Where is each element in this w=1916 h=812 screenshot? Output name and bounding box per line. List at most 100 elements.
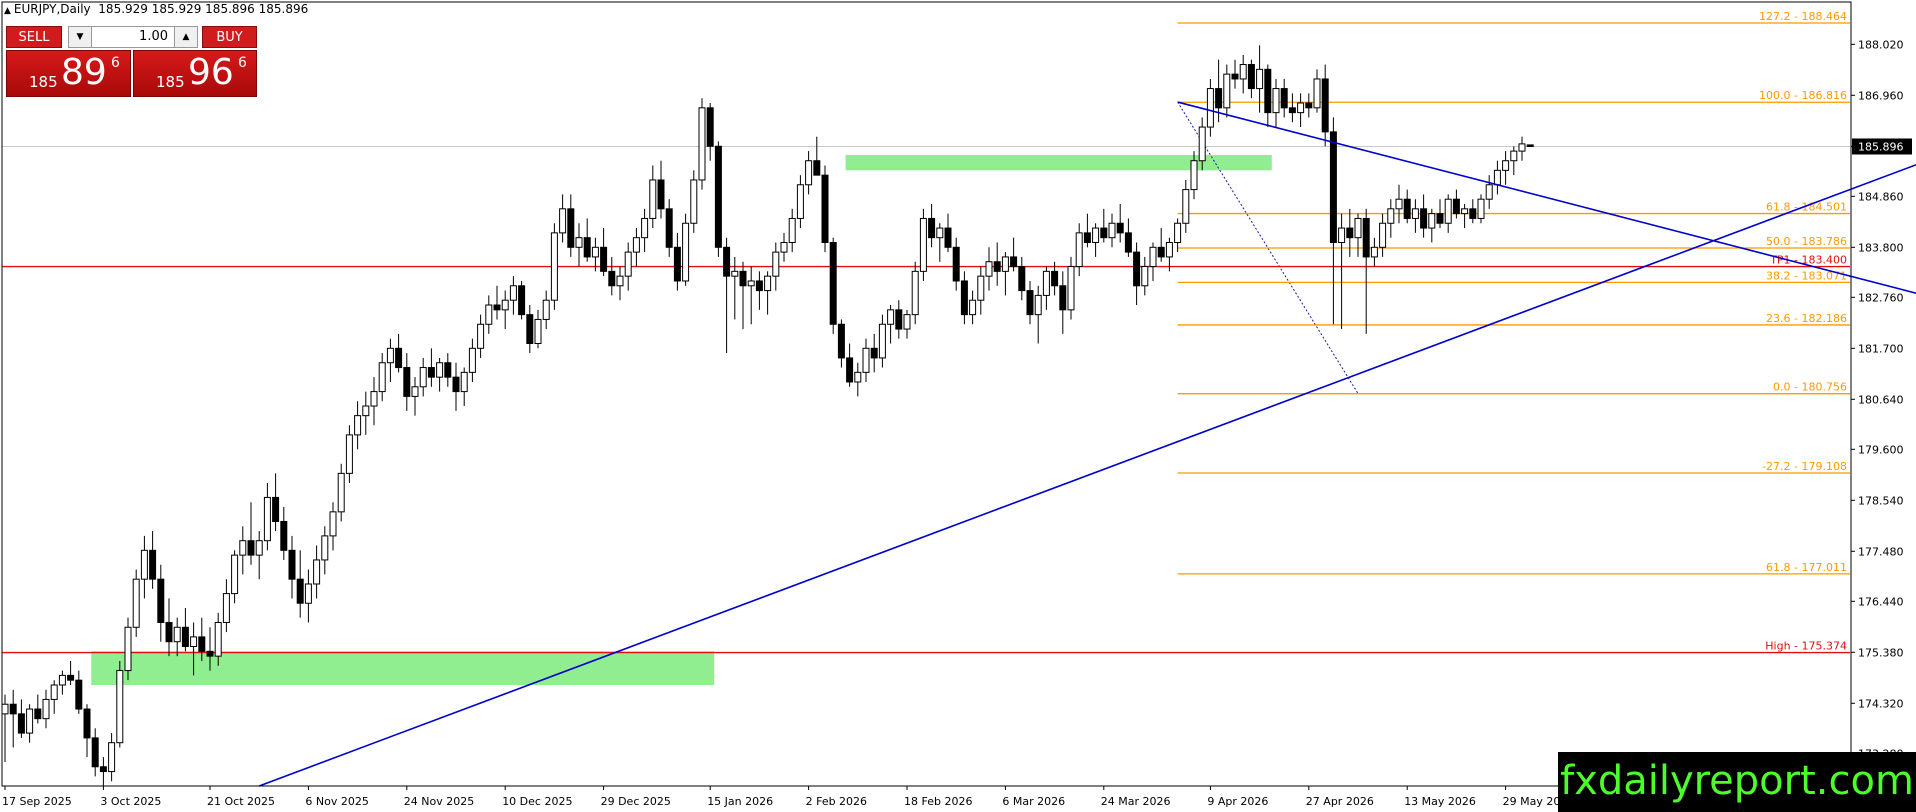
candle bbox=[1403, 189, 1411, 224]
candle-body bbox=[731, 270, 739, 277]
candle bbox=[1321, 64, 1329, 147]
candle bbox=[714, 141, 722, 257]
lot-increase-button[interactable]: ▲ bbox=[174, 26, 198, 48]
candle-body bbox=[444, 362, 452, 378]
candle bbox=[739, 261, 747, 330]
candle bbox=[813, 136, 821, 176]
candle bbox=[485, 295, 493, 334]
candle-body bbox=[1428, 213, 1436, 229]
candle-body bbox=[780, 241, 788, 253]
chart-area[interactable]: 127.2 - 188.464 100.0 - 186.816 61.8 - 184… bbox=[0, 0, 1916, 812]
candle-body bbox=[714, 145, 722, 248]
fib-level-label: -27.2 - 179.108 bbox=[1762, 460, 1847, 473]
candle-body bbox=[403, 367, 411, 397]
sell-price-button[interactable]: 185 89 6 bbox=[6, 50, 131, 97]
candle-body bbox=[755, 280, 763, 292]
candle-body bbox=[1395, 198, 1403, 210]
candle-body bbox=[477, 323, 485, 349]
candle-body bbox=[682, 222, 690, 282]
candle bbox=[1510, 146, 1518, 176]
candle-body bbox=[1313, 78, 1321, 109]
candle bbox=[419, 357, 427, 397]
candle bbox=[83, 704, 91, 758]
level-label: High - 175.374 bbox=[1765, 640, 1847, 653]
trendline-1[interactable] bbox=[1177, 101, 1916, 601]
candle bbox=[649, 165, 657, 229]
candle-body bbox=[829, 241, 837, 325]
candle-body bbox=[378, 362, 386, 393]
candle-body bbox=[337, 472, 345, 513]
candle-body bbox=[1149, 246, 1157, 268]
candle-body bbox=[805, 160, 813, 186]
candle bbox=[280, 507, 288, 560]
candle-body bbox=[944, 227, 952, 248]
watermark-logo: fxdailyreport.com bbox=[1558, 752, 1916, 812]
candle-body bbox=[1370, 246, 1378, 258]
candle-body bbox=[1518, 143, 1526, 152]
candlestick-chart[interactable]: 127.2 - 188.464 100.0 - 186.816 61.8 - 184… bbox=[0, 0, 1916, 812]
chart-header: ▲ EURJPY,Daily 185.929 185.929 185.896 18… bbox=[4, 2, 308, 16]
candle-body bbox=[1010, 256, 1018, 268]
candle-body bbox=[116, 670, 124, 744]
candle bbox=[665, 199, 673, 257]
candle-body bbox=[870, 347, 878, 359]
candle-body bbox=[108, 742, 116, 773]
candle bbox=[1264, 64, 1272, 128]
x-tick-label: 17 Sep 2025 bbox=[2, 795, 72, 808]
candle-body bbox=[1100, 227, 1108, 239]
candle bbox=[321, 526, 329, 575]
candle bbox=[1502, 151, 1510, 185]
lot-size-input[interactable]: 1.00 bbox=[92, 26, 174, 48]
candle bbox=[231, 550, 239, 604]
y-tick-label: 186.960 bbox=[1858, 89, 1904, 102]
candle-body bbox=[837, 323, 845, 359]
candle-body bbox=[83, 708, 91, 739]
candle bbox=[1206, 78, 1214, 137]
candle-body bbox=[895, 309, 903, 330]
buy-price-button[interactable]: 185 96 6 bbox=[133, 50, 257, 97]
candle bbox=[1518, 136, 1526, 161]
candle-body bbox=[321, 535, 329, 561]
candle-body bbox=[1034, 294, 1042, 316]
candle bbox=[444, 353, 452, 387]
candle-body bbox=[280, 520, 288, 551]
sell-button[interactable]: SELL bbox=[6, 26, 62, 48]
candle bbox=[1477, 194, 1485, 224]
candle bbox=[1387, 199, 1395, 238]
lot-decrease-button[interactable]: ▼ bbox=[68, 26, 92, 48]
candle bbox=[1034, 285, 1042, 344]
candle-body bbox=[288, 549, 296, 580]
candle-body bbox=[887, 309, 895, 325]
candle-body bbox=[509, 285, 517, 301]
candle bbox=[67, 660, 75, 685]
candle bbox=[518, 280, 526, 320]
buy-button[interactable]: BUY bbox=[202, 26, 257, 48]
candle bbox=[1297, 93, 1305, 128]
candle bbox=[99, 757, 107, 786]
candle bbox=[493, 285, 501, 320]
candle-body bbox=[624, 251, 632, 277]
candle bbox=[313, 545, 321, 599]
candle bbox=[952, 237, 960, 291]
candle bbox=[468, 338, 476, 382]
candle-body bbox=[1133, 251, 1141, 287]
fib-level-label: 61.8 - 184.501 bbox=[1766, 201, 1847, 214]
candle-body bbox=[1, 703, 9, 715]
candle bbox=[345, 425, 353, 483]
candle bbox=[124, 617, 132, 681]
collapse-triangle-icon[interactable]: ▲ bbox=[4, 6, 11, 16]
candle bbox=[1329, 117, 1337, 325]
candle bbox=[657, 160, 665, 219]
candle bbox=[1141, 256, 1149, 296]
candle-body bbox=[1379, 222, 1387, 248]
candle bbox=[222, 579, 230, 633]
candle bbox=[977, 266, 985, 315]
candle-body bbox=[1157, 246, 1165, 258]
candle-body bbox=[1288, 107, 1296, 114]
candle bbox=[1280, 78, 1288, 118]
candle-body bbox=[26, 708, 34, 734]
candle bbox=[870, 333, 878, 373]
candle-body bbox=[1510, 150, 1518, 162]
candle bbox=[255, 531, 263, 580]
candle bbox=[542, 290, 550, 330]
